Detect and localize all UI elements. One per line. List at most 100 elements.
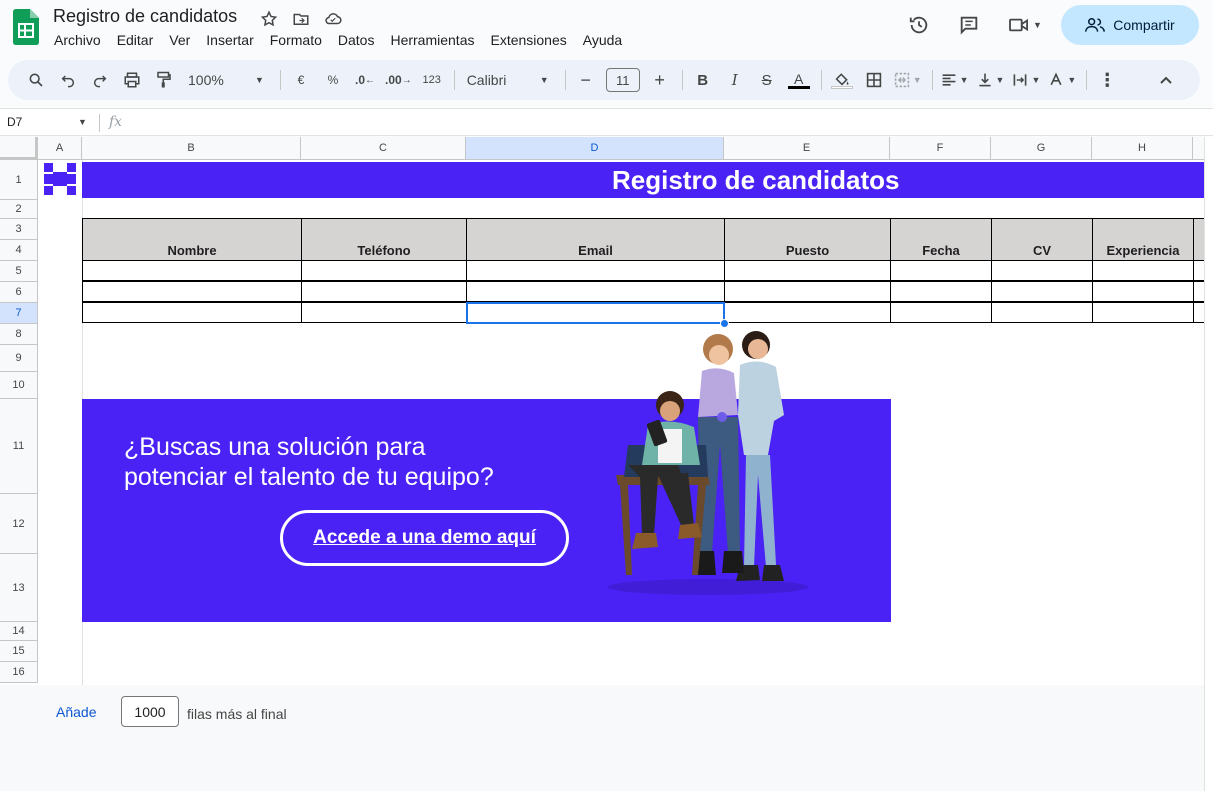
vertical-align-icon[interactable]: ▼	[977, 66, 1004, 94]
chevron-down-icon[interactable]: ▼	[246, 66, 270, 94]
share-button[interactable]: Compartir	[1061, 5, 1199, 45]
search-menus-icon[interactable]	[24, 66, 48, 94]
rows-count-input[interactable]: 1000	[121, 696, 179, 727]
star-icon[interactable]	[258, 8, 280, 30]
table-cell[interactable]	[466, 260, 725, 281]
table-cell[interactable]	[991, 302, 1093, 323]
table-cell[interactable]	[724, 281, 891, 302]
menu-insertar[interactable]: Insertar	[206, 32, 253, 48]
column-header-b[interactable]: B	[82, 137, 301, 160]
menu-datos[interactable]: Datos	[338, 32, 375, 48]
currency-format-button[interactable]: €	[289, 66, 313, 94]
row-header-6[interactable]: 6	[0, 282, 38, 303]
row-header-11[interactable]: 11	[0, 399, 38, 494]
spreadsheet-grid[interactable]: A B C D E F G H 1 2 3 4 5 6 7 8 9 10 11 …	[0, 137, 1213, 685]
more-options-icon[interactable]: ⋮	[1095, 66, 1119, 94]
header-puesto[interactable]: Puesto	[724, 218, 891, 261]
increase-font-size-button[interactable]: +	[648, 66, 672, 94]
table-cell[interactable]	[1092, 260, 1194, 281]
row-header-5[interactable]: 5	[0, 261, 38, 282]
column-header-a[interactable]: A	[38, 137, 82, 160]
table-cell[interactable]	[82, 302, 302, 323]
header-experiencia[interactable]: Experiencia	[1092, 218, 1194, 261]
menu-herramientas[interactable]: Herramientas	[390, 32, 474, 48]
menu-editar[interactable]: Editar	[117, 32, 154, 48]
row-header-2[interactable]: 2	[0, 200, 38, 219]
fill-color-icon[interactable]	[830, 66, 854, 94]
header-nombre[interactable]: Nombre	[82, 218, 302, 261]
menu-extensiones[interactable]: Extensiones	[490, 32, 566, 48]
table-cell[interactable]	[301, 281, 467, 302]
column-header-f[interactable]: F	[890, 137, 991, 160]
paint-format-icon[interactable]	[152, 66, 176, 94]
header-fecha[interactable]: Fecha	[890, 218, 992, 261]
name-box[interactable]: D7	[7, 115, 22, 129]
text-wrapping-icon[interactable]: ▼	[1012, 66, 1040, 94]
menu-formato[interactable]: Formato	[270, 32, 322, 48]
menu-ver[interactable]: Ver	[169, 32, 190, 48]
merge-cells-icon[interactable]: ▼	[894, 66, 922, 94]
table-cell[interactable]	[466, 281, 725, 302]
table-cell[interactable]	[991, 281, 1093, 302]
table-cell[interactable]	[890, 281, 992, 302]
row-header-9[interactable]: 9	[0, 345, 38, 372]
sheets-logo-icon[interactable]	[13, 9, 39, 45]
column-header-c[interactable]: C	[301, 137, 466, 160]
row-header-13[interactable]: 13	[0, 554, 38, 622]
decrease-font-size-button[interactable]: −	[574, 66, 598, 94]
text-rotation-icon[interactable]: ▼	[1048, 66, 1076, 94]
row-header-10[interactable]: 10	[0, 372, 38, 399]
table-cell[interactable]	[1092, 302, 1194, 323]
text-color-button[interactable]: A	[787, 66, 811, 94]
chevron-down-icon[interactable]: ▼	[78, 117, 87, 127]
header-email[interactable]: Email	[466, 218, 725, 261]
header-cv[interactable]: CV	[991, 218, 1093, 261]
demo-link-button[interactable]: Accede a una demo aquí	[280, 510, 569, 566]
row-header-16[interactable]: 16	[0, 662, 38, 683]
strikethrough-button[interactable]: S	[755, 66, 779, 94]
select-all-corner[interactable]	[0, 137, 38, 160]
header-telefono[interactable]: Teléfono	[301, 218, 467, 261]
version-history-icon[interactable]	[899, 5, 939, 45]
font-family-select[interactable]: Calibri ▼	[463, 66, 555, 94]
document-title[interactable]: Registro de candidatos	[53, 6, 237, 27]
redo-icon[interactable]	[88, 66, 112, 94]
vertical-scrollbar[interactable]	[1204, 137, 1213, 791]
table-cell[interactable]	[301, 260, 467, 281]
add-rows-button[interactable]: Añade	[56, 704, 96, 720]
borders-icon[interactable]	[862, 66, 886, 94]
collapse-toolbar-icon[interactable]	[1154, 66, 1178, 94]
row-header-15[interactable]: 15	[0, 641, 38, 662]
table-cell[interactable]	[724, 260, 891, 281]
font-size-input[interactable]: 11	[605, 68, 640, 92]
print-icon[interactable]	[120, 66, 144, 94]
row-header-7[interactable]: 7	[0, 303, 38, 324]
comments-icon[interactable]	[949, 5, 989, 45]
table-cell[interactable]	[890, 260, 992, 281]
decrease-decimals-button[interactable]: .0 ←	[353, 66, 377, 94]
table-cell[interactable]	[82, 281, 302, 302]
italic-button[interactable]: I	[723, 66, 747, 94]
table-cell[interactable]	[724, 302, 891, 323]
undo-icon[interactable]	[56, 66, 80, 94]
table-cell[interactable]	[890, 302, 992, 323]
table-cell[interactable]	[991, 260, 1093, 281]
percent-format-button[interactable]: %	[321, 66, 345, 94]
column-header-h[interactable]: H	[1092, 137, 1193, 160]
meet-call-icon[interactable]: ▼	[999, 5, 1051, 45]
row-header-14[interactable]: 14	[0, 622, 38, 641]
horizontal-align-icon[interactable]: ▼	[941, 66, 969, 94]
table-cell[interactable]	[301, 302, 467, 323]
cloud-saved-icon[interactable]	[322, 8, 344, 30]
row-header-4[interactable]: 4	[0, 240, 38, 261]
increase-decimals-button[interactable]: .00 →	[385, 66, 412, 94]
table-cell[interactable]	[1092, 281, 1194, 302]
title-banner[interactable]: Registro de candidatos	[82, 162, 1204, 198]
menu-ayuda[interactable]: Ayuda	[583, 32, 622, 48]
row-header-12[interactable]: 12	[0, 494, 38, 554]
column-header-d[interactable]: D	[466, 137, 724, 160]
zoom-select[interactable]: 100%	[184, 66, 238, 94]
bold-button[interactable]: B	[691, 66, 715, 94]
table-cell[interactable]	[82, 260, 302, 281]
row-header-8[interactable]: 8	[0, 324, 38, 345]
